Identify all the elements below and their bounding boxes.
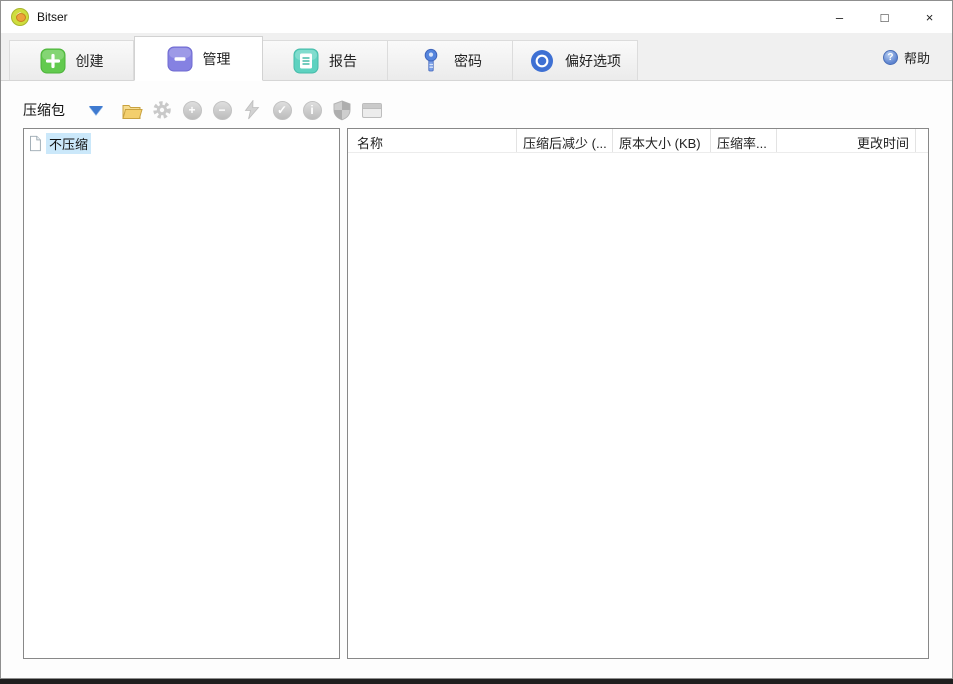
archive-tree-panel[interactable]: 不压缩 — [23, 128, 340, 659]
open-folder-icon — [121, 101, 143, 120]
column-header-reduced[interactable]: 压缩后减少 (... — [517, 129, 613, 152]
tab-bar: 创建 管理 报告 — [1, 33, 952, 81]
shield-icon — [332, 100, 352, 121]
tab-label: 管理 — [203, 49, 231, 69]
maximize-button[interactable]: □ — [862, 1, 907, 33]
bitser-logo-icon — [11, 8, 29, 26]
add-circle-icon: + — [183, 101, 202, 120]
tab-label: 创建 — [76, 51, 104, 71]
add-button[interactable]: + — [181, 98, 203, 122]
column-header-ratio[interactable]: 压缩率... — [711, 129, 777, 152]
help-question-icon: ? — [883, 50, 898, 65]
minimize-button[interactable]: – — [817, 1, 862, 33]
main-panels: 不压缩 名称 压缩后减少 (... 原本大小 (KB) 压缩率... 更改时间 — [1, 124, 952, 659]
file-table-body[interactable] — [348, 153, 928, 658]
close-button[interactable]: × — [907, 1, 952, 33]
column-header-name[interactable]: 名称 — [348, 129, 517, 152]
title-left: Bitser — [1, 8, 68, 26]
tab-label: 偏好选项 — [565, 51, 621, 71]
gear-icon — [152, 100, 172, 120]
document-icon — [28, 135, 42, 152]
title-bar: Bitser – □ × — [1, 1, 952, 33]
tab-report[interactable]: 报告 — [263, 40, 388, 80]
tab-preferences[interactable]: 偏好选项 — [513, 40, 638, 80]
window-controls: – □ × — [817, 1, 952, 33]
file-table-header: 名称 压缩后减少 (... 原本大小 (KB) 压缩率... 更改时间 — [348, 129, 928, 153]
chevron-down-icon[interactable] — [89, 106, 103, 115]
verify-button[interactable]: ✓ — [271, 98, 293, 122]
help-button[interactable]: ? 帮助 — [883, 33, 930, 81]
archive-menu[interactable]: 压缩包 — [23, 100, 65, 120]
remove-circle-icon: − — [213, 101, 232, 120]
info-button[interactable]: i — [301, 98, 323, 122]
toolbar: 压缩包 + − ✓ — [1, 81, 952, 124]
security-button[interactable] — [331, 98, 353, 122]
info-circle-icon: i — [303, 101, 322, 120]
bitser-window: Bitser – □ × 创建 管理 — [0, 0, 953, 679]
check-circle-icon: ✓ — [273, 101, 292, 120]
column-header-modified-time[interactable]: 更改时间 — [777, 129, 916, 152]
column-header-stub — [916, 129, 928, 152]
window-icon — [362, 103, 382, 118]
tab-label: 报告 — [329, 51, 357, 71]
gear-button[interactable] — [151, 98, 173, 122]
manage-minus-icon — [167, 46, 193, 72]
viewer-button[interactable] — [361, 98, 383, 122]
tab-password[interactable]: 密码 — [388, 40, 513, 80]
test-button[interactable] — [241, 98, 263, 122]
window-title: Bitser — [37, 10, 68, 24]
remove-button[interactable]: − — [211, 98, 233, 122]
file-list-panel[interactable]: 名称 压缩后减少 (... 原本大小 (KB) 压缩率... 更改时间 — [347, 128, 929, 659]
open-archive-button[interactable] — [121, 98, 143, 122]
report-document-icon — [293, 48, 319, 74]
password-key-icon — [418, 48, 444, 74]
lightning-icon — [243, 100, 261, 120]
tab-create[interactable]: 创建 — [9, 40, 134, 80]
tree-item-no-compression[interactable]: 不压缩 — [26, 132, 337, 155]
help-label: 帮助 — [904, 48, 930, 67]
tab-manage[interactable]: 管理 — [134, 36, 263, 81]
create-plus-icon — [40, 48, 66, 74]
column-header-original-size[interactable]: 原本大小 (KB) — [613, 129, 711, 152]
preferences-target-icon — [529, 48, 555, 74]
tab-label: 密码 — [454, 51, 482, 71]
tree-item-label: 不压缩 — [46, 133, 91, 154]
